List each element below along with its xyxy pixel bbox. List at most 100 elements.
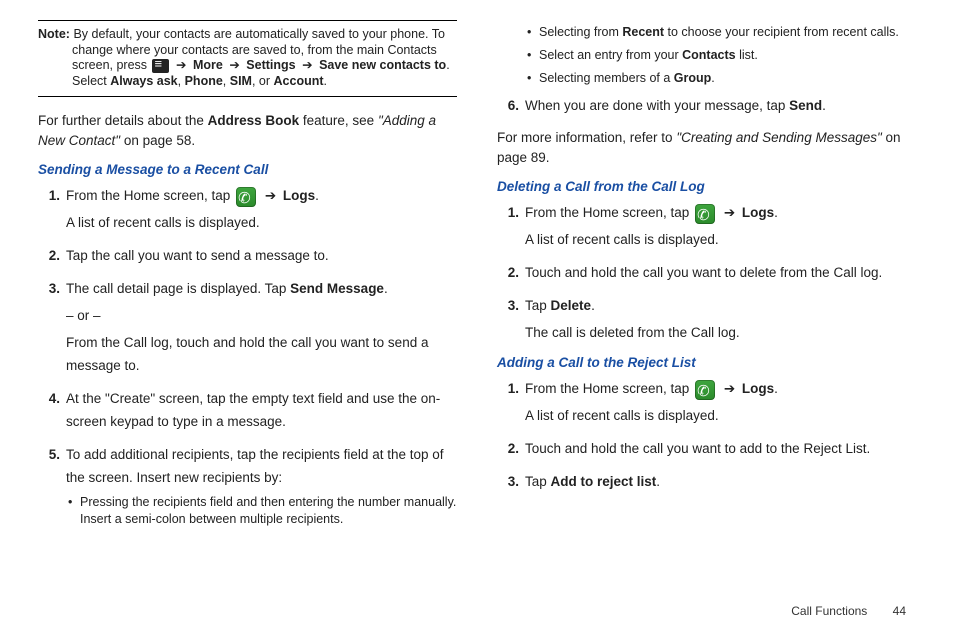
- intro-a: For further details about the: [38, 113, 208, 128]
- intro-c: on page 58.: [120, 133, 195, 148]
- menu-icon: [152, 59, 169, 73]
- arrow-icon: ➔: [724, 205, 735, 220]
- note-text-4a: Select: [72, 74, 110, 88]
- bullet-item: Select an entry from your Contacts list.: [539, 47, 916, 64]
- period: .: [384, 281, 388, 296]
- phone-icon: [236, 187, 256, 207]
- step-item: 4. At the "Create" screen, tap the empty…: [66, 388, 457, 434]
- phone-icon: [695, 204, 715, 224]
- step-number: 1.: [497, 202, 519, 225]
- footer-page-number: 44: [893, 604, 906, 618]
- page-footer: Call Functions 44: [791, 604, 906, 618]
- group-label: Group: [674, 71, 712, 85]
- step-item: 3. Tap Delete. The call is deleted from …: [525, 295, 916, 345]
- note-text-3a: screen, press: [72, 58, 151, 72]
- steps-list-1-cont: 6. When you are done with your message, …: [497, 95, 916, 118]
- bullet-text-b: to choose your recipient from recent cal…: [664, 25, 899, 39]
- period: .: [711, 71, 714, 85]
- step-number: 4.: [38, 388, 60, 411]
- bullet-item: Selecting members of a Group.: [539, 70, 916, 87]
- step-item: 3. Tap Add to reject list.: [525, 471, 916, 494]
- note-more: More: [193, 58, 223, 72]
- note-account: Account: [274, 74, 324, 88]
- add-reject-label: Add to reject list: [551, 474, 657, 489]
- recent-label: Recent: [622, 25, 664, 39]
- period: .: [315, 188, 319, 203]
- logs-label: Logs: [742, 205, 774, 220]
- bullet-text: Selecting members of a: [539, 71, 674, 85]
- note-sim: SIM: [230, 74, 252, 88]
- more-info-paragraph: For more information, refer to "Creating…: [497, 128, 916, 170]
- step-subtext: A list of recent calls is displayed.: [525, 229, 916, 252]
- note-text-2: change where your contacts are saved to,…: [72, 43, 437, 59]
- step-number: 2.: [38, 245, 60, 268]
- note-settings: Settings: [246, 58, 295, 72]
- step-number: 1.: [497, 378, 519, 401]
- arrow-icon: ➔: [176, 58, 186, 72]
- step-number: 3.: [497, 471, 519, 494]
- arrow-icon: ➔: [229, 58, 239, 72]
- step-text: Touch and hold the call you want to add …: [525, 441, 870, 456]
- period: .: [774, 205, 778, 220]
- bullet-text-b: list.: [736, 48, 758, 62]
- step-text: From the Home screen, tap: [66, 188, 234, 203]
- intro-b: feature, see: [299, 113, 378, 128]
- or-text: – or –: [66, 305, 457, 328]
- step-text: Tap: [525, 298, 551, 313]
- step-number: 3.: [497, 295, 519, 318]
- steps-list-1: 1. From the Home screen, tap ➔ Logs. A l…: [38, 185, 457, 527]
- note-or: , or: [252, 74, 274, 88]
- right-column: Selecting from Recent to choose your rec…: [497, 20, 916, 537]
- period: .: [446, 58, 449, 72]
- step-text: When you are done with your message, tap: [525, 98, 789, 113]
- bullet-list-cont: Selecting from Recent to choose your rec…: [497, 24, 916, 87]
- comma: ,: [178, 74, 185, 88]
- steps-list-2: 1. From the Home screen, tap ➔ Logs. A l…: [497, 202, 916, 345]
- left-column: Note: By default, your contacts are auto…: [38, 20, 457, 537]
- note-savenew: Save new contacts to: [319, 58, 446, 72]
- logs-label: Logs: [283, 188, 315, 203]
- period: .: [774, 381, 778, 396]
- page-content: Note: By default, your contacts are auto…: [0, 0, 954, 547]
- step-item: 1. From the Home screen, tap ➔ Logs. A l…: [525, 378, 916, 428]
- arrow-icon: ➔: [265, 188, 276, 203]
- step-item: 1. From the Home screen, tap ➔ Logs. A l…: [66, 185, 457, 235]
- step-subtext: The call is deleted from the Call log.: [525, 322, 916, 345]
- step-text: From the Home screen, tap: [525, 205, 693, 220]
- note-label: Note:: [38, 27, 70, 41]
- note-always: Always ask: [110, 74, 177, 88]
- period: .: [591, 298, 595, 313]
- footer-section: Call Functions: [791, 604, 867, 618]
- step-item: 6. When you are done with your message, …: [525, 95, 916, 118]
- send-message-label: Send Message: [290, 281, 384, 296]
- moreinfo-a: For more information, refer to: [497, 130, 676, 145]
- step-item: 2. Tap the call you want to send a messa…: [66, 245, 457, 268]
- step-item: 3. The call detail page is displayed. Ta…: [66, 278, 457, 378]
- moreinfo-ref: "Creating and Sending Messages": [676, 130, 881, 145]
- bullet-text: Selecting from: [539, 25, 622, 39]
- intro-ab: Address Book: [208, 113, 300, 128]
- step-item: 2. Touch and hold the call you want to a…: [525, 438, 916, 461]
- bullet-text: Pressing the recipients field and then e…: [80, 495, 456, 526]
- logs-label: Logs: [742, 381, 774, 396]
- bullet-text: Select an entry from your: [539, 48, 682, 62]
- bullet-item: Pressing the recipients field and then e…: [80, 494, 457, 528]
- bullet-item: Selecting from Recent to choose your rec…: [539, 24, 916, 41]
- arrow-icon: ➔: [302, 58, 312, 72]
- arrow-icon: ➔: [724, 381, 735, 396]
- comma: ,: [223, 74, 230, 88]
- section-heading-2: Deleting a Call from the Call Log: [497, 179, 916, 194]
- note-text-1: By default, your contacts are automatica…: [73, 27, 445, 41]
- intro-paragraph: For further details about the Address Bo…: [38, 111, 457, 153]
- step-item: 5. To add additional recipients, tap the…: [66, 444, 457, 528]
- period: .: [822, 98, 826, 113]
- section-heading-1: Sending a Message to a Recent Call: [38, 162, 457, 177]
- steps-list-3: 1. From the Home screen, tap ➔ Logs. A l…: [497, 378, 916, 494]
- section-heading-3: Adding a Call to the Reject List: [497, 355, 916, 370]
- step-text: To add additional recipients, tap the re…: [66, 447, 444, 485]
- step-text: Touch and hold the call you want to dele…: [525, 265, 882, 280]
- step-text: Tap the call you want to send a message …: [66, 248, 329, 263]
- period: .: [324, 74, 327, 88]
- note-phone: Phone: [185, 74, 223, 88]
- step-item: 2. Touch and hold the call you want to d…: [525, 262, 916, 285]
